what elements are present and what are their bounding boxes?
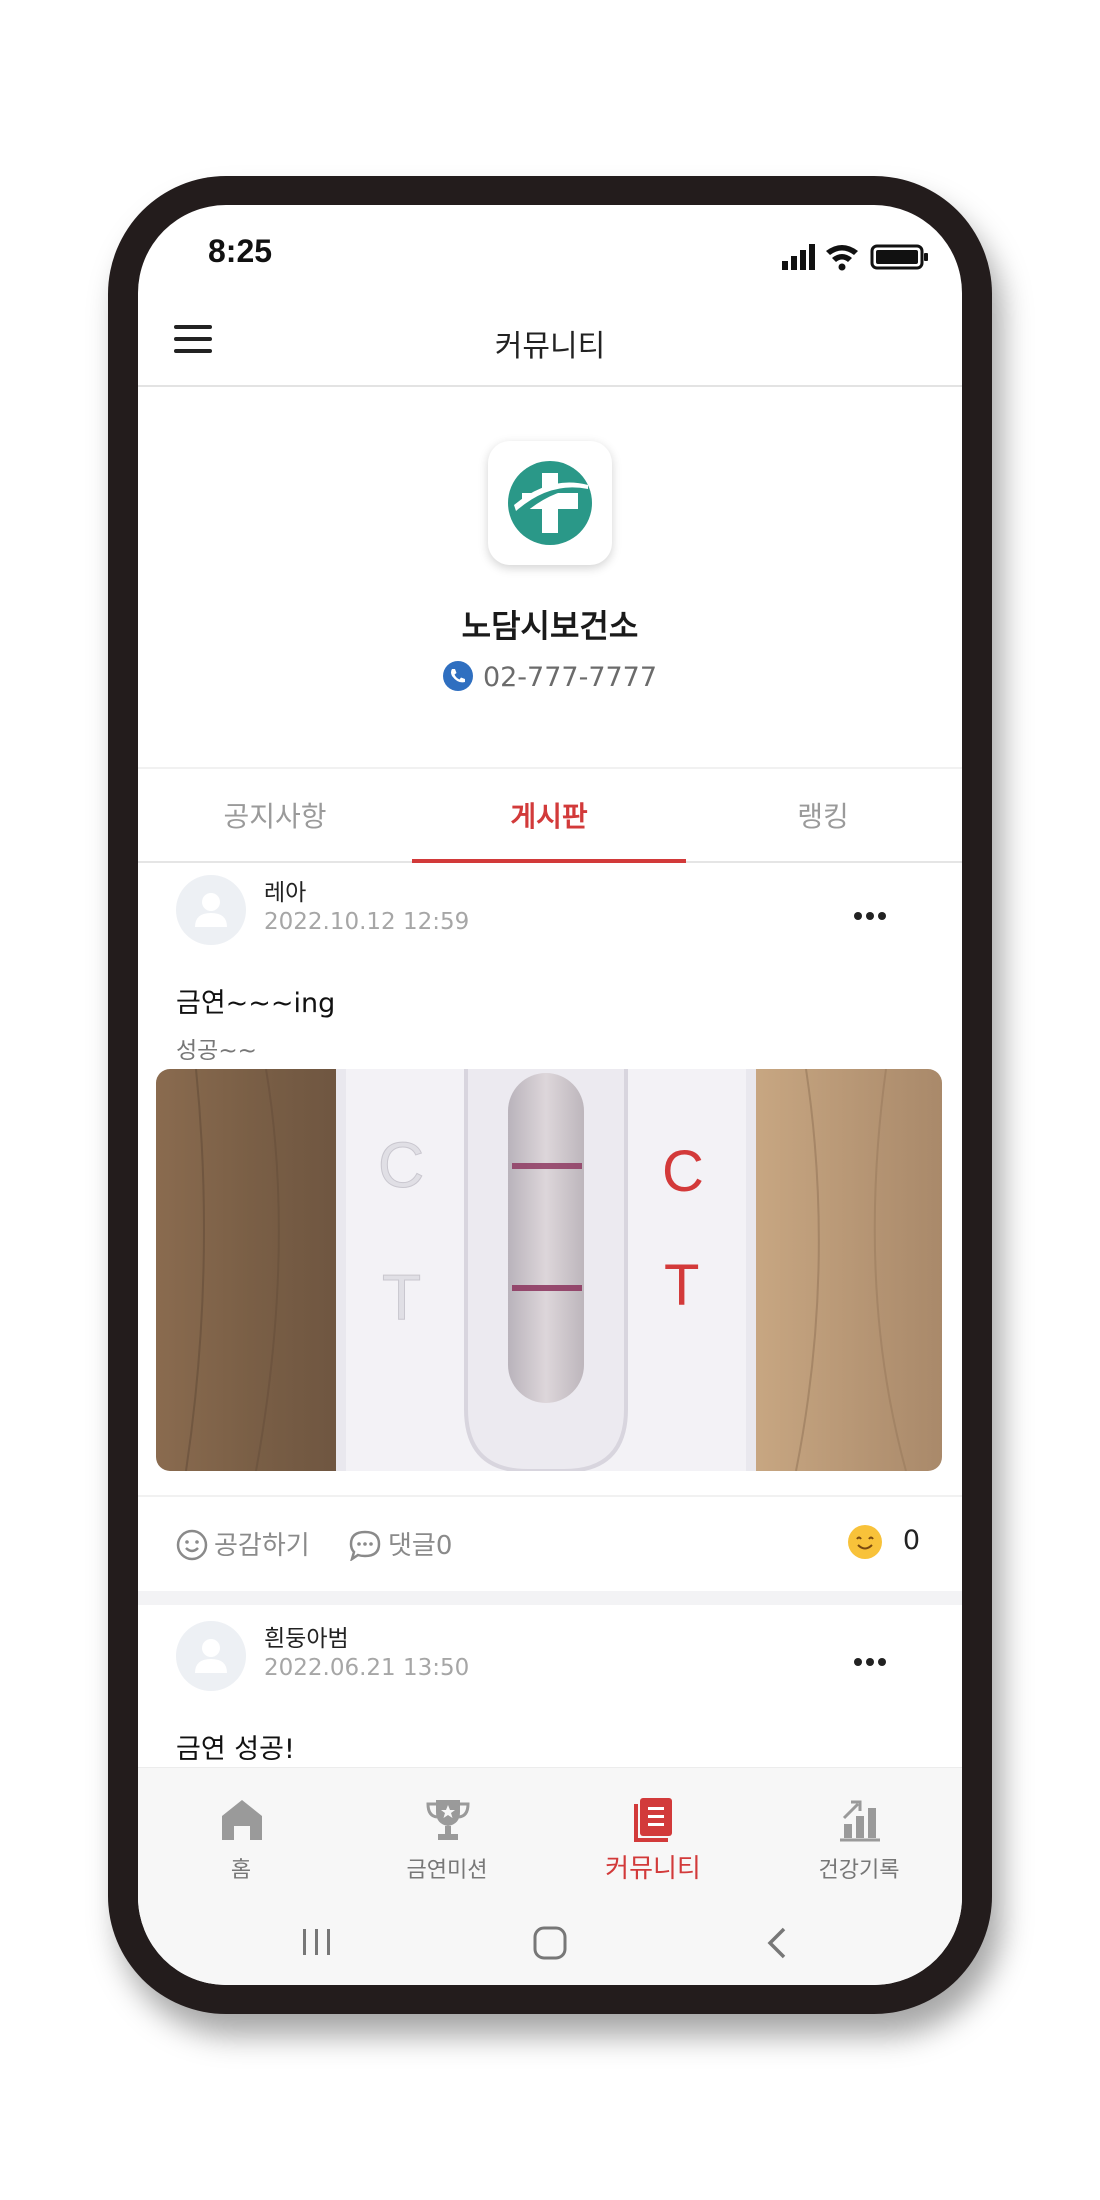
smile-icon <box>176 1529 208 1561</box>
nav-label: 건강기록 <box>818 1858 900 1883</box>
post-title[interactable]: 금연 성공! <box>176 1727 295 1766</box>
status-time: 8:25 <box>208 233 273 269</box>
organization-phone[interactable]: 02-777-7777 <box>138 661 962 693</box>
reaction-count: 0 <box>902 1525 920 1556</box>
post-author: 흰둥아범 <box>264 1626 349 1652</box>
post-divider <box>138 1591 962 1605</box>
post-action-bar: 공감하기 댓글0 0 <box>138 1495 962 1591</box>
status-bar: 8:25 <box>138 205 962 295</box>
comment-button[interactable]: 댓글0 <box>348 1525 452 1562</box>
home-button-icon[interactable] <box>532 1925 568 1961</box>
nav-label: 홈 <box>230 1858 252 1883</box>
post-date: 2022.10.12 12:59 <box>264 909 470 935</box>
back-icon[interactable] <box>762 1925 792 1961</box>
tab-notices[interactable]: 공지사항 <box>138 771 412 863</box>
more-options-icon[interactable] <box>854 1651 894 1666</box>
post-photo[interactable]: C T C T <box>156 1069 942 1471</box>
avatar[interactable] <box>176 875 246 945</box>
status-icons <box>782 241 932 271</box>
app-header: 커뮤니티 <box>138 295 962 387</box>
nav-item-home[interactable]: 홈 <box>138 1768 344 1904</box>
tab-bar: 공지사항 게시판 랭킹 <box>138 771 962 863</box>
nav-item-community[interactable]: 커뮤니티 <box>550 1768 756 1904</box>
nav-item-health-record[interactable]: 건강기록 <box>756 1768 962 1904</box>
organization-name: 노담시보건소 <box>461 607 639 645</box>
like-button[interactable]: 공감하기 <box>176 1525 310 1562</box>
nav-label: 커뮤니티 <box>605 1854 701 1884</box>
chart-icon <box>840 1800 880 1842</box>
nav-item-mission[interactable]: 금연미션 <box>344 1768 550 1904</box>
photo-label-t-left: T <box>382 1261 421 1333</box>
post-date: 2022.06.21 13:50 <box>264 1655 470 1681</box>
phone-number: 02-777-7777 <box>482 662 658 693</box>
test-kit-photo: C T C T <box>156 1069 942 1471</box>
system-navigation-bar <box>138 1903 962 1985</box>
photo-label-t-right: T <box>664 1253 699 1318</box>
phone-icon <box>442 661 473 691</box>
speech-bubble-icon <box>349 1530 381 1562</box>
phone-screen: 8:25 커뮤니티 노담시보건소 02-777-7777 공지사항 게시판 랭킹… <box>138 205 962 1985</box>
tab-ranking[interactable]: 랭킹 <box>686 771 960 863</box>
comment-label: 댓글0 <box>388 1531 453 1561</box>
more-options-icon[interactable] <box>854 905 894 920</box>
recent-apps-icon[interactable] <box>300 1925 334 1959</box>
home-icon <box>222 1800 262 1840</box>
trophy-icon <box>426 1800 470 1840</box>
user-icon <box>195 893 227 927</box>
user-icon <box>195 1639 227 1673</box>
post-author: 레아 <box>264 880 307 906</box>
post-title[interactable]: 금연~~~ing <box>176 981 335 1020</box>
photo-label-c-left: C <box>378 1129 424 1201</box>
nav-label: 금연미션 <box>406 1858 488 1883</box>
avatar[interactable] <box>176 1621 246 1691</box>
organization-profile: 노담시보건소 02-777-7777 <box>138 389 962 769</box>
organization-logo <box>488 441 612 565</box>
bottom-navigation: 홈 금연미션 커뮤니티 건강기록 <box>138 1767 962 1903</box>
active-tab-indicator <box>412 859 686 863</box>
photo-label-c-right: C <box>662 1139 704 1204</box>
signal-wifi-battery-icon <box>782 244 928 271</box>
like-label: 공감하기 <box>214 1531 310 1561</box>
post-body: 성공~~ <box>176 1038 257 1064</box>
community-icon <box>634 1798 672 1842</box>
health-cross-logo-icon <box>508 461 592 545</box>
page-title: 커뮤니티 <box>494 329 606 364</box>
reaction-emoji-icon <box>848 1525 882 1559</box>
tab-board[interactable]: 게시판 <box>412 771 686 863</box>
